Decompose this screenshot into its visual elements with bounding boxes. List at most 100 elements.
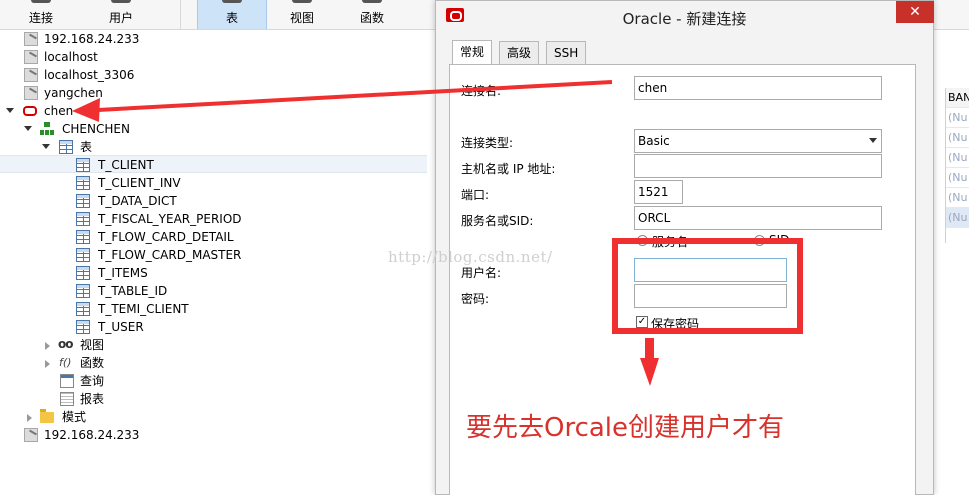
- toolbar-table-label: 表: [225, 11, 238, 25]
- tree-table-label: T_USER: [98, 320, 144, 334]
- collapse-arrow-icon[interactable]: [45, 342, 50, 350]
- tree-table-item[interactable]: T_USER: [0, 318, 430, 336]
- host-input[interactable]: [634, 154, 882, 178]
- connection-type-value: Basic: [638, 134, 670, 148]
- tree-group-label: 报表: [80, 392, 105, 406]
- tab-advanced[interactable]: 高级: [499, 41, 540, 65]
- tree-table-item[interactable]: T_FISCAL_YEAR_PERIOD: [0, 210, 430, 228]
- report-icon: [60, 392, 74, 406]
- tree-tables-group[interactable]: 表: [0, 138, 430, 156]
- grid-cell[interactable]: (Nu: [946, 108, 969, 128]
- toolbar-separator: [180, 0, 181, 29]
- tree-connection[interactable]: 192.168.24.233: [0, 30, 430, 48]
- grid-column-header[interactable]: BAN: [946, 88, 969, 108]
- table-icon: [76, 176, 90, 190]
- toolbar-connect-button[interactable]: 连接: [6, 0, 76, 29]
- tree-table-item[interactable]: T_FLOW_CARD_MASTER: [0, 246, 430, 264]
- connection-type-select[interactable]: Basic: [634, 129, 882, 153]
- expand-arrow-icon[interactable]: [42, 144, 50, 149]
- tree-group-label: 视图: [80, 338, 105, 352]
- tree-table-label: T_CLIENT_INV: [98, 176, 181, 190]
- tree-group-label: 模式: [62, 410, 87, 424]
- table-icon: [76, 158, 90, 172]
- query-icon: [60, 374, 74, 388]
- tree-connection[interactable]: localhost: [0, 48, 430, 66]
- grid-cell[interactable]: (Nu: [946, 208, 969, 228]
- table-icon: [76, 212, 90, 226]
- table-icon: [76, 320, 90, 334]
- connection-icon: [24, 68, 38, 82]
- tree-table-item[interactable]: T_CLIENT_INV: [0, 174, 430, 192]
- user-icon: [111, 0, 131, 3]
- tree-connection-chen[interactable]: chen: [0, 102, 430, 120]
- schema-icon: [40, 122, 54, 136]
- tree-connection-label: 192.168.24.233: [44, 32, 140, 46]
- table-icon: [76, 266, 90, 280]
- connection-icon: [24, 86, 38, 100]
- oracle-connection-icon: [23, 106, 37, 116]
- tree-schema[interactable]: CHENCHEN: [0, 120, 430, 138]
- table-icon: [76, 248, 90, 262]
- host-label: 主机名或 IP 地址:: [461, 162, 556, 176]
- tree-table-item[interactable]: T_ITEMS: [0, 264, 430, 282]
- connection-icon: [24, 32, 38, 46]
- toolbar-function-label: 函数: [359, 11, 384, 25]
- table-icon: [76, 230, 90, 244]
- tab-general[interactable]: 常规: [452, 40, 493, 65]
- toolbar-connect-label: 连接: [28, 11, 53, 25]
- dialog-title-bar[interactable]: Oracle - 新建连接: [436, 1, 933, 33]
- connection-name-input[interactable]: chen: [634, 76, 882, 100]
- port-label: 端口:: [461, 188, 490, 202]
- tree-connection-label: chen: [44, 104, 74, 118]
- grid-cell[interactable]: (Nu: [946, 168, 969, 188]
- connection-icon: [24, 50, 38, 64]
- toolbar-view-button[interactable]: 视图: [267, 0, 337, 29]
- toolbar-table-button[interactable]: 表: [197, 0, 267, 29]
- grid-cell[interactable]: (Nu: [946, 148, 969, 168]
- tree-table-item[interactable]: T_TABLE_ID: [0, 282, 430, 300]
- table-icon: [222, 0, 242, 3]
- port-input[interactable]: 1521: [634, 180, 683, 204]
- tree-schemas-group[interactable]: 模式: [0, 408, 430, 426]
- table-icon: [76, 302, 90, 316]
- tree-queries-group[interactable]: 查询: [0, 372, 430, 390]
- tree-connection[interactable]: yangchen: [0, 84, 430, 102]
- tree-table-item[interactable]: T_CLIENT: [0, 155, 427, 173]
- table-group-icon: [59, 140, 73, 154]
- toolbar-function-button[interactable]: 函数: [337, 0, 407, 29]
- service-input[interactable]: ORCL: [634, 206, 882, 230]
- tree-table-label: T_FISCAL_YEAR_PERIOD: [98, 212, 242, 226]
- collapse-arrow-icon[interactable]: [45, 360, 50, 368]
- tree-table-label: T_FLOW_CARD_DETAIL: [98, 230, 234, 244]
- tree-table-item[interactable]: T_FLOW_CARD_DETAIL: [0, 228, 430, 246]
- service-label: 服务名或SID:: [461, 214, 534, 228]
- tree-functions-group[interactable]: 函数: [0, 354, 430, 372]
- tree-connection[interactable]: 192.168.24.233: [0, 426, 430, 444]
- tree-table-label: T_CLIENT: [98, 158, 154, 172]
- tree-table-label: T_TABLE_ID: [98, 284, 168, 298]
- navigation-tree: 192.168.24.233 localhost localhost_3306 …: [0, 30, 430, 495]
- tab-ssh[interactable]: SSH: [546, 41, 587, 65]
- connection-name-label: 连接名:: [461, 84, 502, 98]
- toolbar-user-button[interactable]: 用户: [86, 0, 156, 29]
- grid-cell[interactable]: (Nu: [946, 128, 969, 148]
- tree-connection[interactable]: localhost_3306: [0, 66, 430, 84]
- view-icon: [58, 335, 73, 353]
- tree-reports-group[interactable]: 报表: [0, 390, 430, 408]
- collapse-arrow-icon[interactable]: [27, 414, 32, 422]
- tree-table-item[interactable]: T_TEMI_CLIENT: [0, 300, 430, 318]
- table-icon: [76, 284, 90, 298]
- tree-views-group[interactable]: 视图: [0, 335, 430, 354]
- expand-arrow-icon[interactable]: [24, 126, 32, 131]
- tree-table-item[interactable]: T_DATA_DICT: [0, 192, 430, 210]
- expand-arrow-icon[interactable]: [6, 108, 14, 113]
- tree-group-label: 表: [80, 140, 93, 154]
- tree-schema-label: CHENCHEN: [62, 122, 130, 136]
- dialog-title: Oracle - 新建连接: [622, 10, 747, 28]
- connection-type-label: 连接类型:: [461, 136, 514, 150]
- close-button[interactable]: ✕: [896, 1, 934, 23]
- tree-group-label: 查询: [80, 374, 105, 388]
- grid-cell[interactable]: (Nu: [946, 188, 969, 208]
- tree-connection-label: localhost: [44, 50, 98, 64]
- tree-group-label: 函数: [80, 356, 105, 370]
